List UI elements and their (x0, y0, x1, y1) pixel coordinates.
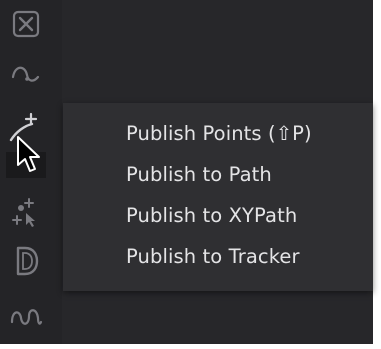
menu-item-publish-to-tracker[interactable]: Publish to Tracker (126, 236, 300, 276)
menu-item-publish-to-xypath[interactable]: Publish to XYPath (126, 195, 297, 235)
menu-item-publish-points[interactable]: Publish Points (⇧P) (126, 113, 312, 153)
point-select-icon[interactable] (7, 193, 45, 231)
screenshot-canvas: Publish Points (⇧P) Publish to Path Publ… (0, 0, 381, 349)
bezier-curve-icon[interactable] (7, 55, 45, 93)
menu-item-publish-to-path[interactable]: Publish to Path (126, 154, 272, 194)
wave-path-icon[interactable] (7, 298, 45, 336)
mouse-cursor-icon (15, 135, 45, 177)
tool-strip (0, 0, 62, 344)
d-shape-icon[interactable] (7, 242, 45, 280)
close-box-icon[interactable] (7, 6, 45, 44)
publish-context-menu: Publish Points (⇧P) Publish to Path Publ… (63, 103, 373, 291)
